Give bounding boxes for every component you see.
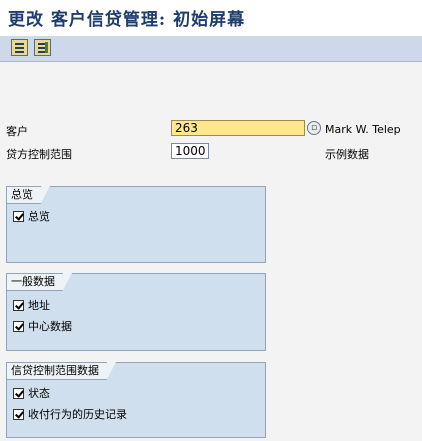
value-help-icon: ▫: [310, 123, 318, 133]
group-title: 一般数据: [7, 273, 72, 291]
value-help-button[interactable]: ▫: [307, 121, 321, 135]
display-button[interactable]: [11, 39, 28, 56]
group-title: 总览: [7, 186, 50, 204]
checkbox-address[interactable]: 地址: [13, 299, 50, 313]
checkbox-checked-icon: [13, 300, 24, 311]
credit-control-area-input[interactable]: 1000: [171, 143, 209, 159]
customer-input[interactable]: 263: [171, 120, 305, 136]
group-overview: 总览 总览: [6, 186, 266, 263]
customer-name: Mark W. Telep: [325, 123, 401, 136]
group-credit-area-data: 信贷控制范围数据 状态 收付行为的历史记录: [6, 362, 266, 438]
checkbox-checked-icon: [13, 321, 24, 332]
title-bar: 更改 客户信贷管理: 初始屏幕: [0, 0, 422, 37]
checkbox-checked-icon: [13, 211, 24, 222]
change-button[interactable]: [34, 39, 51, 56]
group-general-data: 一般数据 地址 中心数据: [6, 273, 266, 351]
customer-label: 客户: [6, 125, 28, 138]
checkbox-payment-history[interactable]: 收付行为的历史记录: [13, 408, 127, 422]
checkbox-checked-icon: [13, 388, 24, 399]
application-toolbar: [0, 37, 422, 62]
page-title: 更改 客户信贷管理: 初始屏幕: [8, 10, 246, 30]
credit-control-area-label: 贷方控制范围: [6, 148, 72, 161]
checkbox-checked-icon: [13, 409, 24, 420]
checkbox-overview[interactable]: 总览: [13, 210, 50, 224]
checkbox-status[interactable]: 状态: [13, 387, 50, 401]
credit-control-area-desc: 示例数据: [325, 148, 369, 161]
checkbox-central-data[interactable]: 中心数据: [13, 320, 72, 334]
group-title: 信贷控制范围数据: [7, 362, 116, 380]
